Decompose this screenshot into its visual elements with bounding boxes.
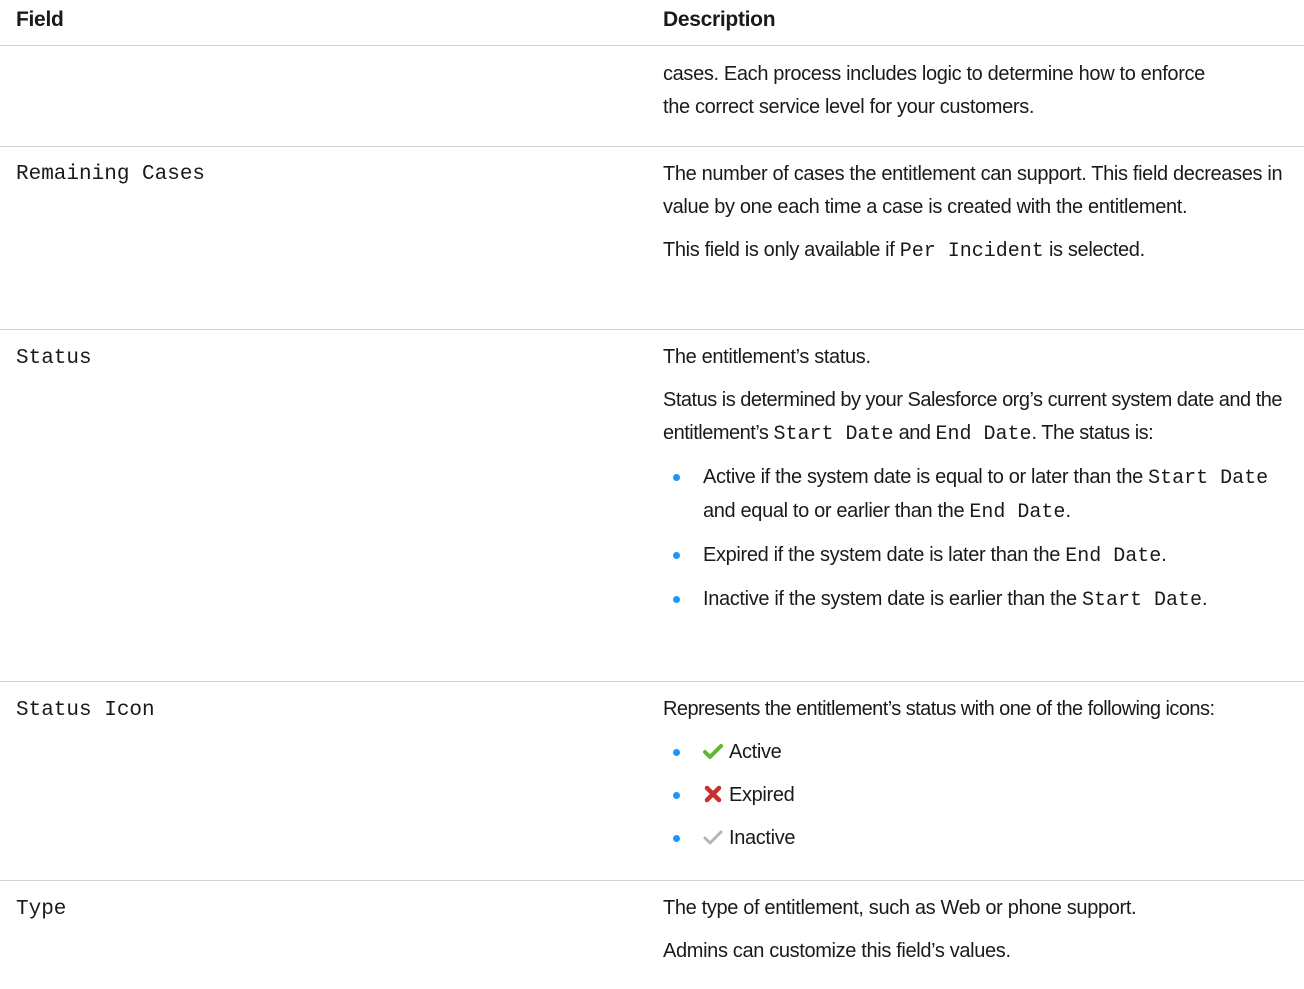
text-span: This field is only available if <box>663 239 900 261</box>
status-rules-list: Active if the system date is equal to or… <box>663 461 1299 617</box>
description-text: Status is determined by your Salesforce … <box>663 384 1299 451</box>
status-icon-list: Active Expired Inactive <box>663 736 1299 855</box>
status-label: Active <box>729 741 782 763</box>
description-text: Admins can customize this field’s values… <box>663 940 1011 962</box>
field-name-remaining-cases: Remaining Cases <box>16 163 206 186</box>
bullet-dot <box>673 552 680 559</box>
code-start-date: Start Date <box>1081 589 1202 612</box>
text-span: Expired if the system date is later than… <box>703 544 1066 566</box>
text-span: . <box>1065 500 1071 522</box>
table-row: cases. Each process includes logic to de… <box>0 46 1304 147</box>
description-cell: cases. Each process includes logic to de… <box>663 58 1299 124</box>
field-name-type: Type <box>16 898 67 921</box>
description-cell: Represents the entitlement’s status with… <box>663 693 1299 865</box>
red-x-icon <box>704 785 722 803</box>
description-line: cases. Each process includes logic to de… <box>663 63 1205 85</box>
text-span: . <box>1201 588 1208 610</box>
code-end-date: End Date <box>969 501 1066 524</box>
table-row: Status The entitlement’s status. Status … <box>0 330 1304 682</box>
list-item: Active if the system date is equal to or… <box>663 461 1299 529</box>
description-text: Represents the entitlement’s status with… <box>663 698 1215 720</box>
list-item: Active <box>663 736 1299 769</box>
description-line: the correct service level for your custo… <box>663 96 1035 118</box>
status-label: Inactive <box>729 827 796 849</box>
description-text: This field is only available if Per Inci… <box>663 234 1299 268</box>
list-item: Expired <box>663 779 1299 812</box>
text-span: is selected. <box>1043 239 1145 261</box>
description-text: The type of entitlement, such as Web or … <box>663 897 1137 919</box>
description-cell: The type of entitlement, such as Web or … <box>663 892 1299 978</box>
text-span: . <box>1161 544 1167 566</box>
code-end-date: End Date <box>935 423 1032 446</box>
bullet-dot <box>673 835 680 842</box>
field-name-status-icon: Status Icon <box>16 699 155 722</box>
bullet-dot <box>673 749 680 756</box>
text-span: and equal to or earlier than the <box>703 500 970 522</box>
bullet-dot <box>673 596 680 603</box>
description-cell: The number of cases the entitlement can … <box>663 158 1299 278</box>
code-start-date: Start Date <box>1148 467 1269 490</box>
field-description-table: Field Description cases. Each process in… <box>0 0 1304 989</box>
code-end-date: End Date <box>1065 545 1162 568</box>
bullet-dot <box>673 474 680 481</box>
text-span: Active if the system date is equal to or… <box>703 466 1149 488</box>
text-span: and <box>893 422 936 444</box>
description-text: The entitlement’s status. <box>663 346 871 368</box>
bullet-dot <box>673 792 680 799</box>
code-per-incident: Per Incident <box>899 240 1044 263</box>
green-check-icon <box>703 744 723 759</box>
field-column-header: Field <box>16 8 64 31</box>
field-name-status: Status <box>16 347 92 370</box>
table-row: Remaining Cases The number of cases the … <box>0 147 1304 330</box>
description-cell: The entitlement’s status. Status is dete… <box>663 341 1299 627</box>
table-row: Type The type of entitlement, such as We… <box>0 881 1304 989</box>
description-text: The number of cases the entitlement can … <box>663 163 1283 218</box>
text-span: Inactive if the system date is earlier t… <box>703 588 1082 610</box>
list-item: Inactive if the system date is earlier t… <box>663 583 1299 617</box>
code-start-date: Start Date <box>773 423 894 446</box>
description-column-header: Description <box>663 8 776 31</box>
text-span: . The status is: <box>1031 422 1154 444</box>
list-item: Inactive <box>663 822 1299 855</box>
table-row: Status Icon Represents the entitlement’s… <box>0 682 1304 881</box>
gray-check-icon <box>703 830 723 845</box>
list-item: Expired if the system date is later than… <box>663 539 1299 573</box>
status-label: Expired <box>729 784 795 806</box>
table-header: Field Description <box>0 0 1304 46</box>
